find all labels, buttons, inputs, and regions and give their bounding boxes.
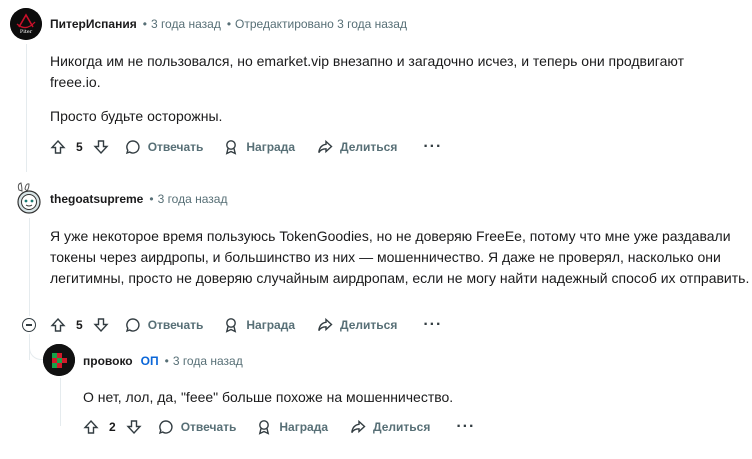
collapse-thread-button[interactable] — [22, 318, 36, 332]
comment-actions: 5 Отвечать Награда Делиться ··· — [50, 137, 442, 157]
award-label: Награда — [279, 420, 329, 434]
speech-bubble-icon — [125, 140, 140, 155]
comment-actions: 5 Отвечать Награда Делиться ··· — [50, 315, 442, 335]
separator: • — [226, 17, 232, 31]
reply-label: Отвечать — [180, 420, 237, 434]
arrow-up-icon — [50, 317, 66, 332]
more-options-button[interactable]: ··· — [423, 317, 442, 333]
share-arrow-icon — [318, 139, 333, 154]
share-button[interactable]: Делиться — [350, 419, 430, 435]
vote-score: 5 — [76, 140, 83, 154]
author-name[interactable]: провоко — [83, 354, 133, 368]
reply-button[interactable]: Отвечать — [158, 419, 237, 435]
comment-header: ПитерИспания • 3 года назад • Отредактир… — [50, 14, 407, 34]
upvote-button[interactable] — [83, 419, 99, 435]
avatar-caption: Piter — [19, 29, 33, 35]
thread-connector — [29, 334, 43, 360]
thread-line-2 — [29, 218, 30, 316]
separator: • — [142, 17, 147, 31]
award-ribbon-icon — [226, 140, 237, 155]
avatar-logo-icon — [10, 8, 42, 40]
avatar[interactable]: Piter — [10, 8, 42, 40]
comment-actions: 2 Отвечать Награда Делиться ··· — [83, 417, 475, 437]
pixel-avatar-icon — [43, 344, 75, 376]
comment-body: Я уже некоторое время пользуюсь TokenGoo… — [50, 226, 750, 289]
award-label: Награда — [246, 318, 296, 332]
share-label: Делиться — [340, 318, 398, 332]
award-button[interactable]: Награда — [256, 419, 328, 435]
share-arrow-icon — [351, 419, 366, 434]
award-button[interactable]: Награда — [223, 317, 295, 333]
share-button[interactable]: Делиться — [317, 317, 397, 333]
comment-header: thegoatsupreme • 3 года назад — [50, 189, 227, 209]
comment-paragraph: Никогда им не пользовался, но emarket.vi… — [50, 53, 684, 90]
arrow-down-icon — [126, 420, 142, 435]
upvote-button[interactable] — [50, 317, 66, 333]
comment-body: Никогда им не пользовался, но emarket.vi… — [50, 51, 710, 127]
separator: • — [164, 354, 169, 368]
upvote-button[interactable] — [50, 139, 66, 155]
share-label: Делиться — [373, 420, 431, 434]
timestamp[interactable]: 3 года назад — [173, 354, 243, 368]
comment-paragraph: О нет, лол, да, "feee" больше похоже на … — [83, 389, 454, 405]
thread-line-1 — [26, 44, 27, 172]
share-label: Делиться — [340, 140, 398, 154]
vote-score: 2 — [109, 420, 116, 434]
award-label: Награда — [246, 140, 296, 154]
arrow-down-icon — [93, 140, 109, 155]
thread-line-3 — [60, 378, 61, 426]
timestamp[interactable]: 3 года назад — [151, 17, 221, 31]
edited-label: Отредактировано 3 года назад — [235, 17, 407, 31]
comment-paragraph: Я уже некоторое время пользуюсь TokenGoo… — [50, 228, 750, 286]
speech-bubble-icon — [158, 420, 173, 435]
more-options-button[interactable]: ··· — [456, 419, 475, 435]
reply-button[interactable]: Отвечать — [125, 139, 204, 155]
award-ribbon-icon — [226, 318, 237, 333]
award-button[interactable]: Награда — [223, 139, 295, 155]
speech-bubble-icon — [125, 318, 140, 333]
reply-label: Отвечать — [147, 318, 204, 332]
op-badge: ОП — [140, 354, 159, 368]
author-name[interactable]: thegoatsupreme — [50, 192, 143, 206]
snoo-avatar-icon — [17, 182, 41, 214]
avatar[interactable] — [43, 344, 75, 376]
comment-paragraph: Просто будьте осторожны. — [50, 108, 223, 124]
reply-label: Отвечать — [147, 140, 204, 154]
arrow-up-icon — [83, 419, 99, 434]
reply-button[interactable]: Отвечать — [125, 317, 204, 333]
downvote-button[interactable] — [126, 419, 142, 435]
vote-score: 5 — [76, 318, 83, 332]
more-options-button[interactable]: ··· — [423, 139, 442, 155]
share-arrow-icon — [318, 317, 333, 332]
arrow-up-icon — [50, 139, 66, 154]
avatar[interactable] — [12, 182, 44, 214]
separator: • — [149, 192, 154, 206]
downvote-button[interactable] — [93, 317, 109, 333]
downvote-button[interactable] — [93, 139, 109, 155]
award-ribbon-icon — [259, 420, 270, 435]
share-button[interactable]: Делиться — [317, 139, 397, 155]
arrow-down-icon — [93, 318, 109, 333]
timestamp[interactable]: 3 года назад — [158, 192, 228, 206]
comment-body: О нет, лол, да, "feee" больше похоже на … — [83, 387, 723, 408]
comment-header: провоко ОП • 3 года назад — [83, 351, 243, 371]
author-name[interactable]: ПитерИспания — [50, 17, 137, 31]
